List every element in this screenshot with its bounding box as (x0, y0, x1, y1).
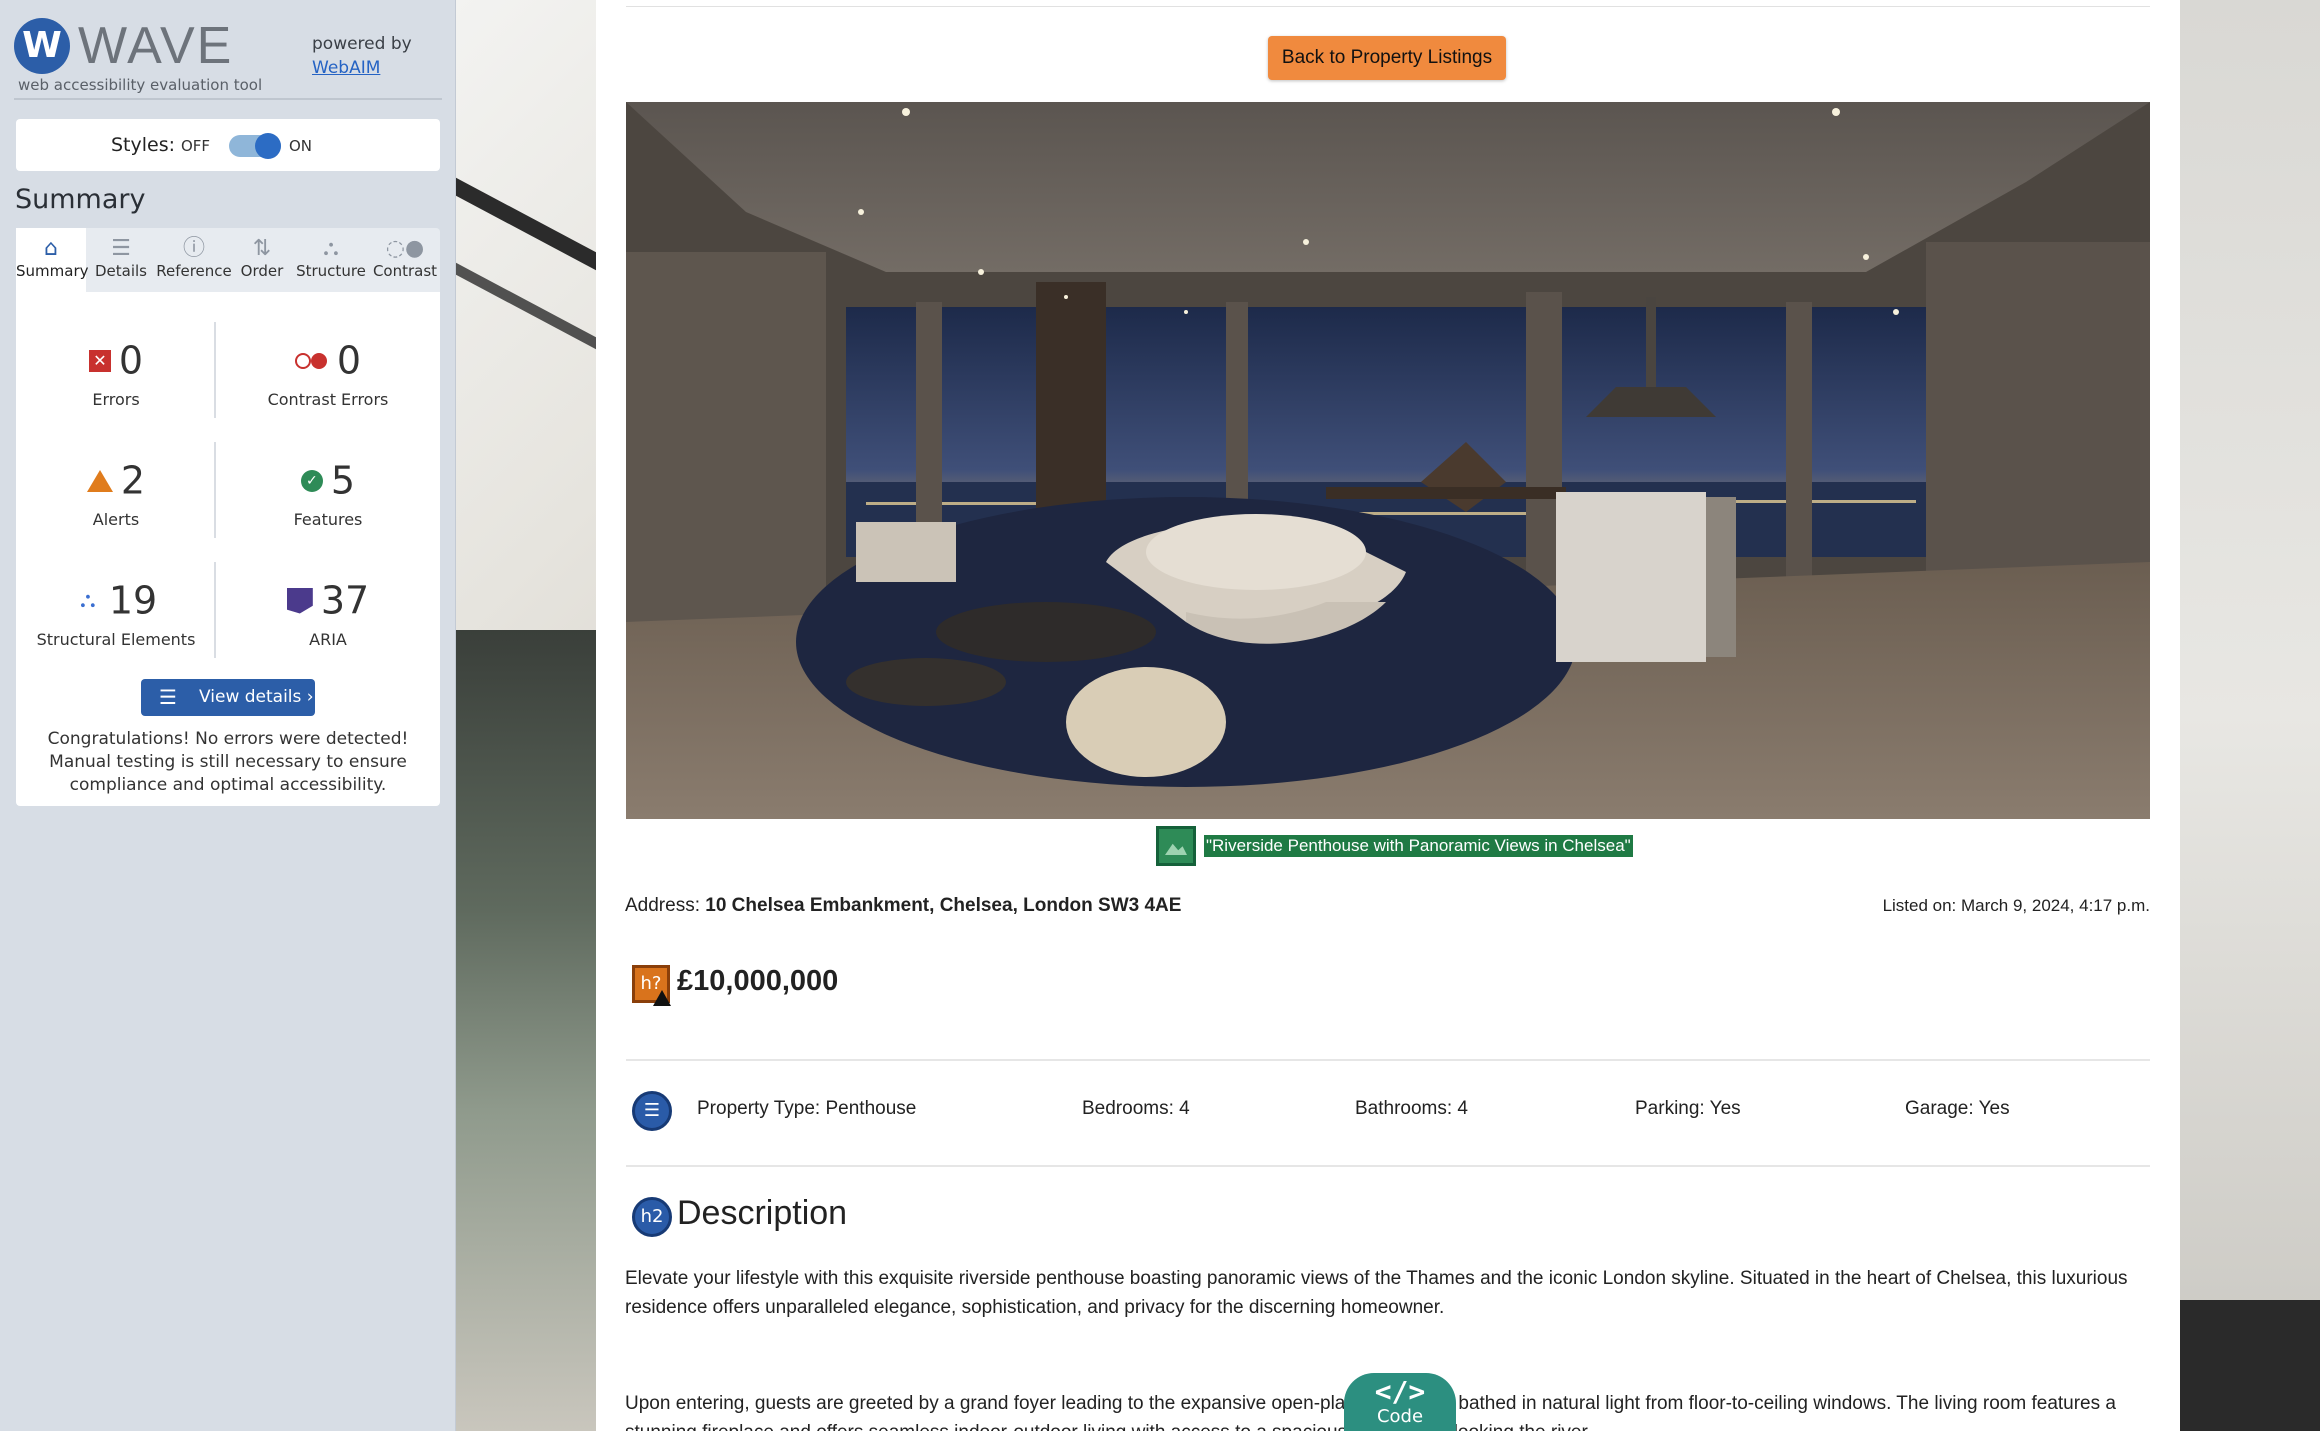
property-price: £10,000,000 (677, 965, 839, 997)
wave-tagline: web accessibility evaluation tool (18, 76, 263, 94)
info-icon: ⓘ (182, 236, 205, 261)
description-heading: Description (677, 1194, 848, 1232)
background-page-left (456, 0, 596, 1431)
features-label: Features (293, 510, 363, 529)
structural-stat[interactable]: ⛬ 19 Structural Elements (16, 576, 216, 650)
window-glass (456, 630, 596, 1431)
styles-off-label: OFF (181, 137, 211, 155)
feature-check-icon: ✓ (300, 469, 323, 492)
tab-details[interactable]: ☰ Details (86, 228, 156, 292)
alt-text-feature-icon[interactable] (1156, 826, 1196, 866)
view-details-button[interactable]: ☰ View details › (141, 679, 315, 716)
alerts-stat[interactable]: 2 Alerts (16, 456, 216, 529)
structure-icon: ⛬ (80, 587, 96, 613)
styles-toggle-box: Styles: OFF ON (16, 119, 440, 171)
summary-title: Summary (15, 184, 146, 215)
ceiling-beam (456, 177, 596, 271)
aria-label: ARIA (309, 630, 347, 649)
aria-icon (286, 587, 313, 614)
errors-count: 0 (118, 338, 144, 383)
description-paragraph: Elevate your lifestyle with this exquisi… (625, 1268, 2128, 1318)
property-address: Address: 10 Chelsea Embankment, Chelsea,… (625, 895, 1181, 917)
view-details-label: View details › (199, 687, 314, 707)
divider (626, 6, 2150, 7)
errors-stat[interactable]: ✕ 0 Errors (16, 336, 216, 409)
webaim-link[interactable]: WebAIM (312, 58, 380, 78)
penthouse-interior-illustration (626, 102, 2150, 819)
address-value: 10 Chelsea Embankment, Chelsea, London S… (705, 895, 1182, 916)
code-label: Code (1376, 1406, 1424, 1427)
background-page-right (2180, 0, 2320, 1431)
errors-label: Errors (92, 390, 140, 409)
tab-reference[interactable]: ⓘ Reference (156, 228, 232, 292)
warning-icon (653, 990, 671, 1006)
tab-structure[interactable]: ⛬ Structure (292, 228, 370, 292)
contrast-error-icon (294, 352, 329, 369)
spec-property-type: Property Type: Penthouse (697, 1098, 917, 1119)
image-alt-text: "Riverside Penthouse with Panoramic View… (1204, 835, 1633, 857)
structural-label: Structural Elements (36, 630, 196, 649)
powered-by-label: powered by (312, 34, 412, 54)
styles-toggle-switch[interactable] (229, 133, 281, 159)
alert-icon (86, 469, 113, 492)
property-page: Back to Property Listings "Riverside Pen… (596, 0, 2180, 1431)
tab-label: Structure (296, 262, 366, 280)
alerts-label: Alerts (92, 510, 140, 529)
furniture-shadow (2180, 1300, 2320, 1431)
wave-header: W WAVE web accessibility evaluation tool… (14, 14, 442, 100)
tab-label: Summary (16, 262, 89, 280)
spec-garage: Garage: Yes (1905, 1098, 2010, 1119)
structural-count: 19 (108, 578, 158, 623)
list-icon: ☰ (111, 236, 131, 261)
contrast-errors-label: Contrast Errors (267, 390, 389, 409)
styles-on-label: ON (289, 137, 313, 155)
list-icon: ☰ (159, 685, 177, 709)
property-hero-image (626, 102, 2150, 819)
wave-tabs: ⌂ Summary ☰ Details ⓘ Reference ⇅ Order … (16, 228, 440, 292)
spec-bathrooms: Bathrooms: 4 (1355, 1098, 1468, 1119)
ceiling-beam (456, 262, 596, 350)
order-icon: ⇅ (252, 236, 272, 261)
home-icon: ⌂ (44, 236, 58, 261)
congrats-message: Congratulations! No errors were detected… (47, 729, 409, 795)
code-icon: </> (1374, 1375, 1426, 1408)
wave-logo-icon: W (14, 18, 70, 74)
tab-label: Details (94, 262, 147, 280)
contrast-errors-count: 0 (336, 338, 362, 383)
error-icon: ✕ (88, 349, 111, 372)
tab-summary[interactable]: ⌂ Summary (16, 228, 89, 292)
tab-order[interactable]: ⇅ Order (232, 228, 292, 292)
divider (626, 1059, 2150, 1061)
code-panel-toggle[interactable]: </> Code (1344, 1373, 1456, 1431)
contrast-icon: ◌● (385, 236, 425, 261)
aria-stat[interactable]: 37 ARIA (228, 576, 428, 649)
aria-count: 37 (320, 578, 370, 623)
summary-panel: ✕ 0 Errors 0 Contrast Errors 2 Alerts ✓ 5 … (16, 292, 440, 806)
tab-label: Order (240, 262, 284, 280)
features-stat[interactable]: ✓ 5 Features (228, 456, 428, 530)
spec-parking: Parking: Yes (1635, 1098, 1741, 1119)
alerts-count: 2 (120, 458, 146, 503)
wave-sidebar: W WAVE web accessibility evaluation tool… (0, 0, 456, 1431)
styles-label: Styles: (111, 134, 176, 156)
spec-bedrooms: Bedrooms: 4 (1082, 1098, 1190, 1119)
tab-label: Reference (156, 262, 232, 280)
features-count: 5 (330, 458, 356, 503)
list-structure-icon[interactable]: ☰ (632, 1091, 672, 1131)
tab-label: Contrast (372, 262, 438, 280)
back-to-listings-button[interactable]: Back to Property Listings (1268, 36, 1506, 80)
toggle-knob (255, 133, 281, 159)
listed-date: Listed on: March 9, 2024, 4:17 p.m. (1882, 896, 2150, 915)
divider (626, 1165, 2150, 1167)
address-label: Address: (625, 895, 700, 916)
heading-level-2-icon[interactable]: h2 (632, 1197, 672, 1237)
tab-contrast[interactable]: ◌● Contrast (370, 228, 440, 292)
structure-icon: ⛬ (323, 236, 339, 261)
contrast-errors-stat[interactable]: 0 Contrast Errors (228, 336, 428, 410)
wave-logo-text: WAVE (78, 17, 234, 75)
